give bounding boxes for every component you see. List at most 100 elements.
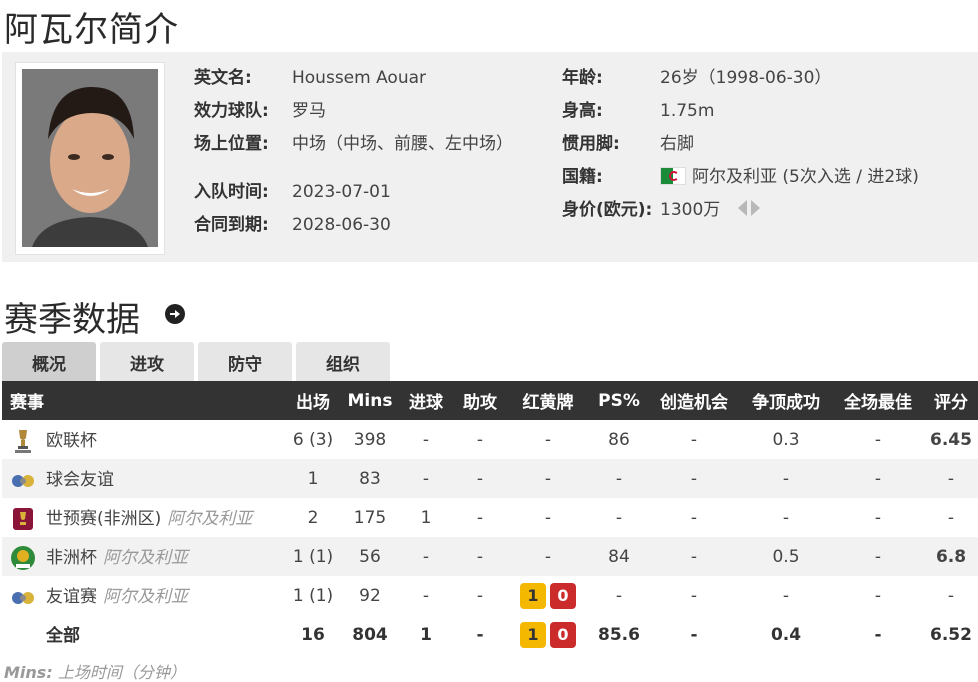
goals-cell: -: [422, 429, 430, 450]
col-header-assists[interactable]: 助攻: [454, 381, 506, 420]
table-row: 非洲杯 阿尔及利亚 1 (1) 56 - - - 84 - 0.5 - 6.8: [2, 537, 978, 576]
info-preferred-foot: 惯用脚: 右脚: [562, 132, 919, 165]
info-label: 入队时间:: [194, 182, 269, 202]
goals-cell: -: [398, 459, 454, 498]
info-label: 场上位置:: [194, 134, 269, 154]
apps-cell: 1 (1): [284, 537, 342, 576]
tab-organize[interactable]: 组织: [296, 342, 390, 382]
profile-info-right: 年龄: 26岁（1998-06-30） 身高: 1.75m 惯用脚: 右脚 国籍…: [562, 66, 919, 231]
mins-cell: 175: [353, 507, 387, 528]
tab-attack[interactable]: 进攻: [100, 342, 194, 382]
ps-cell: 84: [590, 537, 648, 576]
club-friendly-icon: [10, 467, 36, 493]
profile-info-left: 英文名: Houssem Aouar 效力球队: 罗马 场上位置: 中场（中场、…: [194, 66, 513, 246]
col-header-aerial[interactable]: 争顶成功: [740, 381, 832, 420]
mins-cell: 398: [353, 429, 387, 450]
competition-cell: 球会友谊: [2, 459, 284, 498]
cards-cell: 10: [506, 615, 590, 654]
player-portrait-image: [22, 69, 158, 247]
info-value: 右脚: [660, 134, 694, 154]
chances-cell: -: [690, 429, 698, 450]
info-label: 身高:: [562, 101, 603, 121]
yellow-card-badge: 1: [520, 582, 546, 609]
motm-cell: -: [874, 507, 882, 528]
rating-cell: 6.52: [930, 624, 972, 645]
competition-cell: 非洲杯 阿尔及利亚: [2, 537, 284, 576]
tab-overview[interactable]: 概况: [2, 342, 96, 382]
info-position: 场上位置: 中场（中场、前腰、左中场）: [194, 132, 513, 180]
table-header-row: 赛事 出场 Mins 进球 助攻 红黄牌 PS% 创造机会 争顶成功 全场最佳 …: [2, 381, 978, 420]
tab-defense[interactable]: 防守: [198, 342, 292, 382]
team-name[interactable]: 阿尔及利亚: [103, 548, 188, 568]
cards-cell: -: [506, 537, 590, 576]
col-header-mins[interactable]: Mins: [342, 381, 398, 420]
competition-cell: 世预赛(非洲区) 阿尔及利亚: [2, 498, 284, 537]
info-value: Houssem Aouar: [292, 68, 427, 88]
season-stats-title: 赛季数据: [4, 300, 140, 340]
competition-name[interactable]: 世预赛(非洲区): [46, 509, 161, 529]
info-nationality: 国籍: 阿尔及利亚 (5次入选 / 进2球): [562, 165, 919, 198]
col-header-ps[interactable]: PS%: [590, 381, 648, 420]
assists-cell: -: [476, 624, 484, 645]
table-total-row: 全部 16 804 1 - 10 85.6 - 0.4 - 6.52: [2, 615, 978, 654]
goals-cell: -: [398, 537, 454, 576]
info-label: 英文名:: [194, 68, 252, 88]
player-photo-frame: [15, 62, 165, 255]
competition-name[interactable]: 欧联杯: [46, 431, 97, 451]
table-row: 世预赛(非洲区) 阿尔及利亚 2 175 1 - - - - - - -: [2, 498, 978, 537]
season-stats-table: 赛事 出场 Mins 进球 助攻 红黄牌 PS% 创造机会 争顶成功 全场最佳 …: [2, 381, 978, 654]
red-card-badge: 0: [550, 621, 576, 648]
info-label: 合同到期:: [194, 215, 269, 235]
col-header-chances[interactable]: 创造机会: [648, 381, 740, 420]
chances-cell: -: [690, 585, 698, 606]
col-header-rating[interactable]: 评分: [924, 381, 978, 420]
col-header-goals[interactable]: 进球: [398, 381, 454, 420]
info-value: 2023-07-01: [292, 182, 391, 202]
arrow-right-circle-icon[interactable]: [165, 304, 185, 324]
mins-cell: 83: [342, 459, 398, 498]
ps-cell: 85.6: [598, 624, 640, 645]
info-value-wrap: 阿尔及利亚 (5次入选 / 进2球): [660, 165, 919, 189]
competition-cell: 友谊赛 阿尔及利亚: [2, 576, 284, 615]
competition-name[interactable]: 友谊赛: [46, 587, 97, 607]
competition-name[interactable]: 球会友谊: [46, 470, 114, 490]
info-value: 中场（中场、前腰、左中场）: [292, 134, 513, 154]
team-name[interactable]: 阿尔及利亚: [167, 509, 252, 529]
info-height: 身高: 1.75m: [562, 99, 919, 132]
aerial-cell: 0.4: [770, 624, 802, 645]
info-team: 效力球队: 罗马: [194, 99, 513, 132]
goals-cell: 1: [420, 507, 432, 528]
table-footnote: Mins: 上场时间（分钟）: [4, 659, 186, 682]
col-header-cards[interactable]: 红黄牌: [506, 381, 590, 420]
assists-cell: -: [476, 507, 484, 528]
competition-cell: 全部: [2, 615, 284, 654]
col-header-motm[interactable]: 全场最佳: [832, 381, 924, 420]
cards-cell: -: [544, 507, 552, 528]
player-profile-panel: 英文名: Houssem Aouar 效力球队: 罗马 场上位置: 中场（中场、…: [2, 52, 978, 262]
competition-cell: 欧联杯: [2, 420, 284, 459]
info-label: 身价(欧元):: [562, 200, 653, 220]
chances-cell: -: [690, 624, 698, 645]
col-header-competition[interactable]: 赛事: [2, 381, 284, 420]
cards-cell: 10: [506, 576, 590, 615]
info-value: 2028-06-30: [292, 215, 391, 235]
value-trend-arrows-icon[interactable]: [736, 199, 762, 224]
yellow-card-badge: 1: [520, 621, 546, 648]
footnote-text: 上场时间（分钟）: [57, 663, 186, 682]
col-header-apps[interactable]: 出场: [284, 381, 342, 420]
competition-name[interactable]: 非洲杯: [46, 548, 97, 568]
team-name[interactable]: 阿尔及利亚: [103, 587, 188, 607]
apps-cell: 1: [284, 459, 342, 498]
rating-cell: -: [924, 459, 978, 498]
assists-cell: -: [454, 459, 506, 498]
goals-cell: 1: [420, 624, 432, 645]
info-age: 年龄: 26岁（1998-06-30）: [562, 66, 919, 99]
ps-cell: 86: [608, 429, 630, 450]
motm-cell: -: [832, 537, 924, 576]
info-value: 罗马: [292, 101, 326, 121]
nationality-text[interactable]: 阿尔及利亚 (5次入选 / 进2球): [692, 167, 919, 187]
aerial-cell: -: [740, 459, 832, 498]
rating-cell: -: [947, 507, 955, 528]
info-market-value: 身价(欧元): 1300万: [562, 198, 919, 231]
europa-league-icon: [10, 428, 36, 454]
